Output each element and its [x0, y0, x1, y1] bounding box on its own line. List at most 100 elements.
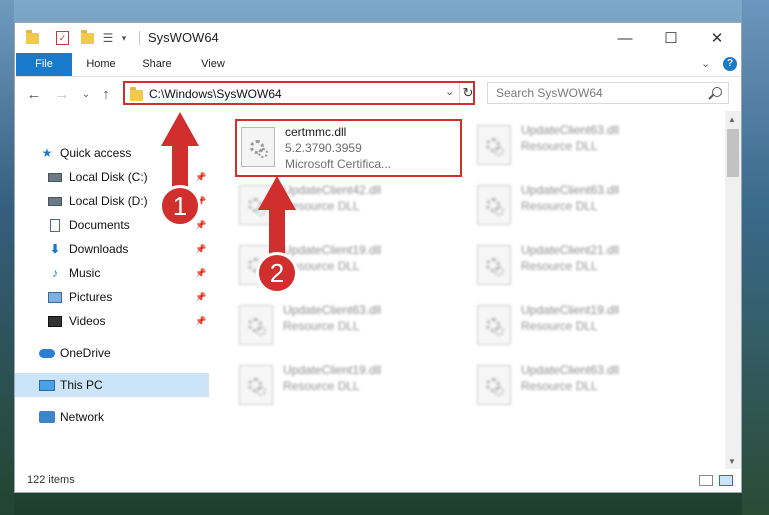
- file-item[interactable]: UpdateClient19.dll Resource DLL: [473, 299, 703, 355]
- file-item[interactable]: UpdateClient63.dll Resource DLL: [235, 299, 465, 355]
- file-item[interactable]: UpdateClient19.dll Resource DLL: [235, 359, 465, 415]
- close-button[interactable]: ✕: [694, 23, 740, 53]
- search-box[interactable]: Search SysWOW64: [487, 82, 729, 104]
- tab-view[interactable]: View: [187, 53, 239, 76]
- chevron-down-icon: ⌄: [81, 88, 91, 100]
- file-version: 5.2.3790.3959: [285, 141, 362, 155]
- file-description: Resource DLL: [521, 259, 598, 273]
- scroll-down-icon[interactable]: ▼: [728, 457, 736, 466]
- pin-icon[interactable]: 📌: [195, 220, 206, 231]
- item-count: 122 items: [27, 474, 75, 486]
- sidebar-item-this-pc[interactable]: This PC: [15, 373, 209, 397]
- file-name: UpdateClient63.dll: [521, 183, 620, 197]
- maximize-icon: ☐: [664, 30, 678, 47]
- file-name: UpdateClient63.dll: [521, 363, 620, 377]
- close-icon: ✕: [710, 30, 724, 47]
- sidebar-item-label: Local Disk (C:): [69, 170, 148, 184]
- minimize-button[interactable]: —: [602, 23, 648, 53]
- file-name: UpdateClient63.dll: [521, 123, 620, 137]
- dll-file-icon: [477, 185, 511, 225]
- sidebar-item-label: Downloads: [69, 242, 129, 256]
- sidebar-item-label: Documents: [69, 218, 130, 232]
- properties-icon[interactable]: ✓: [56, 31, 69, 45]
- tab-share[interactable]: Share: [131, 53, 183, 76]
- dll-file-icon: [477, 365, 511, 405]
- recent-locations-button[interactable]: ⌄: [77, 85, 95, 103]
- file-description: Resource DLL: [283, 379, 360, 393]
- arrow-2-head: [258, 176, 296, 210]
- large-icons-view-icon[interactable]: [719, 475, 733, 486]
- details-view-icon[interactable]: [699, 475, 713, 486]
- step-2-badge: 2: [256, 252, 298, 294]
- disk-icon: [47, 170, 63, 184]
- sidebar-item-videos[interactable]: Videos 📌: [15, 309, 209, 333]
- sidebar-item-label: Network: [60, 410, 105, 424]
- folder-icon[interactable]: [24, 29, 40, 46]
- file-name: UpdateClient42.dll: [283, 183, 382, 197]
- network-icon: [39, 410, 55, 424]
- minimize-icon: —: [617, 29, 633, 47]
- forward-button[interactable]: →: [53, 85, 71, 103]
- refresh-icon: ↻: [462, 85, 474, 100]
- dll-file-icon: [239, 305, 273, 345]
- sidebar-item-label: OneDrive: [60, 346, 111, 360]
- sidebar-item-onedrive[interactable]: OneDrive: [15, 341, 209, 365]
- pin-icon[interactable]: 📌: [195, 268, 206, 279]
- up-button[interactable]: ↑: [97, 85, 115, 103]
- ribbon-expand-icon[interactable]: ⌄: [701, 57, 710, 70]
- qat-dropdown-icon[interactable]: ▾: [116, 30, 132, 46]
- dll-file-icon: [239, 365, 273, 405]
- file-description: Resource DLL: [521, 199, 598, 213]
- file-name: UpdateClient21.dll: [521, 243, 620, 257]
- file-name: certmmc.dll: [285, 125, 347, 139]
- file-name: UpdateClient19.dll: [283, 363, 382, 377]
- dll-file-icon: [477, 125, 511, 165]
- address-bar[interactable]: C:\Windows\SysWOW64 ⌄ ↻: [123, 81, 475, 105]
- address-path[interactable]: C:\Windows\SysWOW64: [149, 87, 282, 101]
- computer-icon: [39, 378, 55, 392]
- file-description: Resource DLL: [521, 139, 598, 153]
- back-button[interactable]: ←: [25, 85, 43, 103]
- search-input[interactable]: Search SysWOW64: [496, 86, 603, 100]
- pin-icon[interactable]: 📌: [195, 316, 206, 327]
- sidebar-item-network[interactable]: Network: [15, 405, 209, 429]
- sidebar-item-downloads[interactable]: ⬇ Downloads 📌: [15, 237, 209, 261]
- download-icon: ⬇: [49, 242, 61, 256]
- scrollbar-thumb[interactable]: [727, 129, 739, 177]
- dll-file-icon: [477, 245, 511, 285]
- tab-file[interactable]: File: [16, 53, 72, 76]
- up-arrow-icon: ↑: [102, 85, 110, 103]
- refresh-button[interactable]: ↻: [459, 83, 476, 103]
- maximize-button[interactable]: ☐: [648, 23, 694, 53]
- file-item[interactable]: UpdateClient21.dll Resource DLL: [473, 239, 703, 295]
- sidebar-item-label: Pictures: [69, 290, 113, 304]
- tab-home[interactable]: Home: [75, 53, 127, 76]
- sidebar-item-music[interactable]: ♪ Music 📌: [15, 261, 209, 285]
- sidebar-item-label: Local Disk (D:): [69, 194, 148, 208]
- file-item[interactable]: UpdateClient63.dll Resource DLL: [473, 179, 703, 235]
- address-dropdown-icon[interactable]: ⌄: [445, 85, 454, 98]
- help-icon[interactable]: ?: [723, 57, 737, 71]
- file-item[interactable]: UpdateClient63.dll Resource DLL: [473, 119, 703, 175]
- cloud-icon: [39, 346, 55, 360]
- view-options-icon[interactable]: ☰: [100, 30, 116, 46]
- document-icon: [47, 218, 63, 232]
- new-folder-icon[interactable]: [79, 29, 95, 46]
- arrow-2-shaft: [269, 208, 285, 258]
- vertical-scrollbar[interactable]: ▲ ▼: [725, 111, 741, 469]
- back-arrow-icon: ←: [26, 85, 42, 103]
- sidebar-item-label: Videos: [69, 314, 106, 328]
- file-description: Resource DLL: [283, 319, 360, 333]
- file-item[interactable]: UpdateClient63.dll Resource DLL: [473, 359, 703, 415]
- pin-icon[interactable]: 📌: [195, 172, 206, 183]
- pin-icon[interactable]: 📌: [195, 244, 206, 255]
- file-name: UpdateClient19.dll: [283, 243, 382, 257]
- window-title: SysWOW64: [148, 30, 219, 45]
- title-separator: [139, 31, 140, 45]
- file-item-certmmc[interactable]: certmmc.dll 5.2.3790.3959 Microsoft Cert…: [235, 119, 462, 177]
- arrow-1-head: [161, 112, 199, 146]
- scroll-up-icon[interactable]: ▲: [728, 115, 736, 124]
- pin-icon[interactable]: 📌: [195, 292, 206, 303]
- explorer-window: ✓ ☰ ▾ SysWOW64 — ☐ ✕ File Home Share Vie…: [14, 22, 742, 493]
- sidebar-item-pictures[interactable]: Pictures 📌: [15, 285, 209, 309]
